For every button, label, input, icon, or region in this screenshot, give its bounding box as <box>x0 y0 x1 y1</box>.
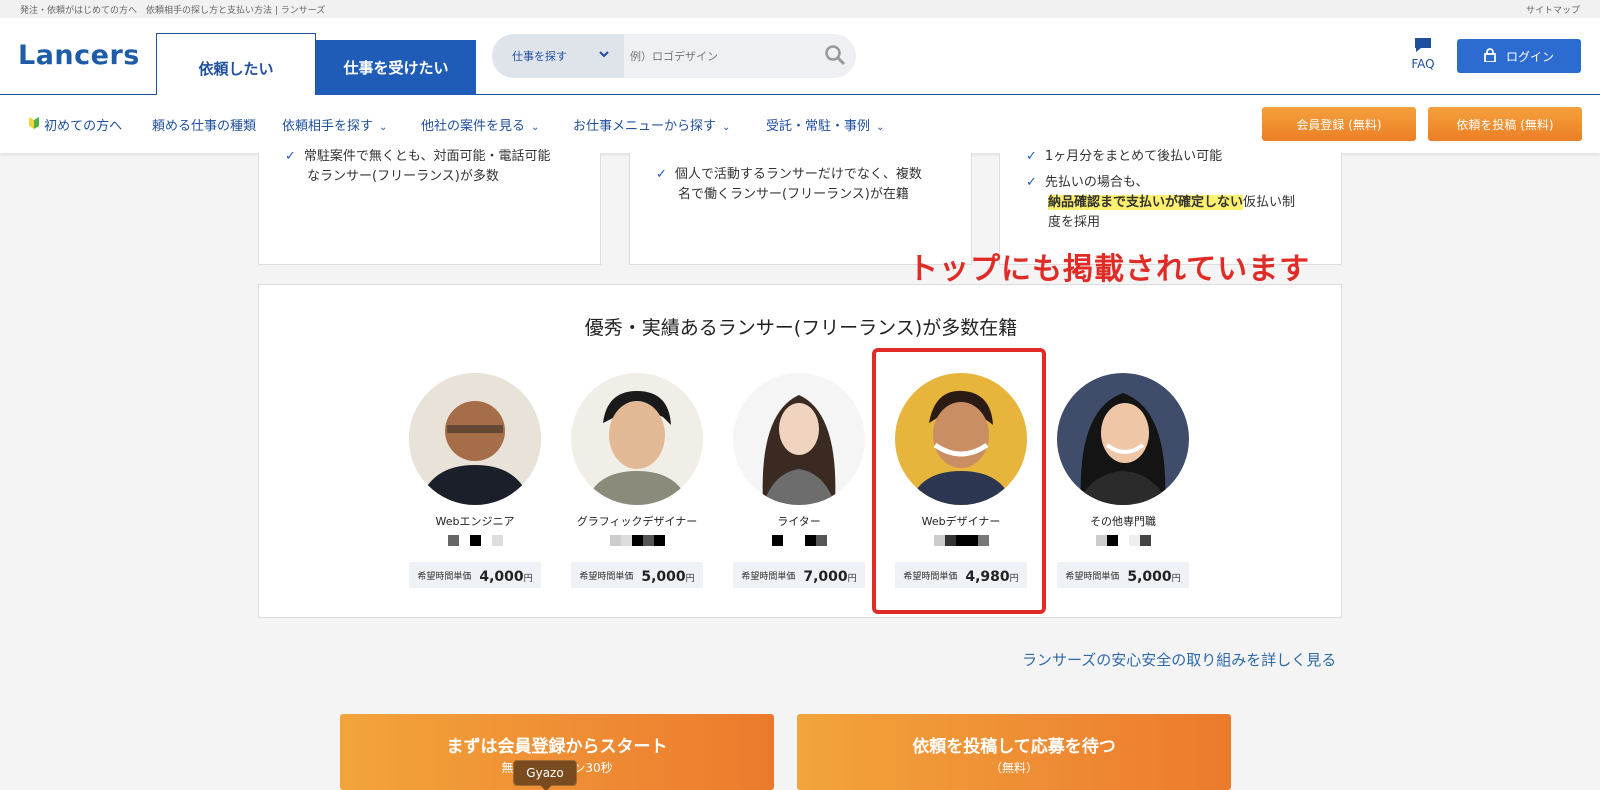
annotation-text: トップにも掲載されています <box>908 252 1311 287</box>
nav-item-label: 受託・常駐・事例 <box>766 119 871 134</box>
lancers-logo[interactable]: Lancers <box>18 40 140 71</box>
rate-value: 5,000 <box>1127 568 1172 585</box>
search-bar: 仕事を探す <box>492 34 856 78</box>
nav-item-beginners[interactable]: 初めての方へ <box>28 115 122 134</box>
tab-worker[interactable]: 仕事を受けたい <box>316 40 476 95</box>
feature-text: ✓ 1ヶ月分をまとめて後払い可能 <box>1026 149 1223 164</box>
beginner-mark-icon <box>28 117 44 134</box>
avatar <box>1057 373 1189 505</box>
lancer-profile[interactable]: ライター 希望時間単価 7,000円 <box>733 373 865 588</box>
avatar <box>571 373 703 505</box>
rate-badge: 希望時間単価 5,000円 <box>571 562 703 588</box>
lancer-role: グラフィックデザイナー <box>576 515 698 528</box>
cta-title: まずは会員登録からスタート <box>446 737 668 757</box>
check-icon: ✓ <box>1026 175 1037 190</box>
masked-name <box>1057 535 1189 546</box>
nav-item-find-partner[interactable]: 依頼相手を探す ⌄ <box>282 115 387 134</box>
check-icon: ✓ <box>1026 149 1037 164</box>
nav-item-contract[interactable]: 受託・常駐・事例 ⌄ <box>766 115 884 134</box>
chevron-down-icon: ⌄ <box>379 122 388 133</box>
login-button[interactable]: ログイン <box>1457 39 1581 73</box>
nav-item-work-menu[interactable]: お仕事メニューから探す ⌄ <box>573 115 730 134</box>
chevron-down-icon: ⌄ <box>876 122 885 133</box>
feature-card: ✓ 常駐案件で無くとも、対面可能・電話可能 なランサー(フリーランス)が多数 <box>258 149 601 265</box>
lock-icon <box>1484 47 1496 65</box>
lancer-profile[interactable]: Webエンジニア 希望時間単価 4,000円 <box>409 373 541 588</box>
rate-label: 希望時間単価 <box>741 571 796 582</box>
nav-item-job-types[interactable]: 頼める仕事の種類 <box>152 115 256 134</box>
feature-text: ✓ 個人で活動するランサーだけでなく、複数 名で働くランサー(フリーランス)が在籍 <box>656 167 922 202</box>
search-category-label: 仕事を探す <box>512 50 567 63</box>
safety-link[interactable]: ランサーズの安心安全の取り組みを詳しく見る <box>1022 649 1336 670</box>
nav-item-label: 頼める仕事の種類 <box>152 119 257 134</box>
lancer-profile[interactable]: グラフィックデザイナー 希望時間単価 5,000円 <box>571 373 703 588</box>
chevron-down-icon <box>598 48 610 63</box>
tab-client[interactable]: 依頼したい <box>156 33 316 95</box>
masked-name <box>409 535 541 546</box>
check-icon: ✓ <box>285 149 296 164</box>
check-icon: ✓ <box>656 167 667 182</box>
nav-item-label: 依頼相手を探す <box>282 119 374 134</box>
chat-bubble-icon <box>1413 38 1433 57</box>
chevron-down-icon: ⌄ <box>722 122 731 133</box>
search-input[interactable] <box>630 46 810 66</box>
highlight-annotation-box <box>872 348 1046 614</box>
rate-label: 希望時間単価 <box>579 571 634 582</box>
nav-item-other-projects[interactable]: 他社の案件を見る ⌄ <box>421 115 539 134</box>
rate-value: 4,000 <box>479 568 524 585</box>
gyazo-tooltip: Gyazo <box>513 760 577 790</box>
sitemap-link[interactable]: サイトマップ <box>1526 3 1580 16</box>
rate-label: 希望時間単価 <box>1065 571 1120 582</box>
lancers-showcase-card: 優秀・実績あるランサー(フリーランス)が多数在籍 Webエンジニア 希望時間単価… <box>258 284 1342 618</box>
avatar <box>733 373 865 505</box>
search-icon[interactable] <box>824 44 846 70</box>
section-title: 優秀・実績あるランサー(フリーランス)が多数在籍 <box>584 317 1018 339</box>
lancer-role: Webエンジニア <box>435 515 515 528</box>
avatar <box>409 373 541 505</box>
cta-subtitle: （無料） <box>989 761 1038 775</box>
lancer-role: ライター <box>777 515 821 528</box>
rate-label: 希望時間単価 <box>417 571 472 582</box>
cta-title: 依頼を投稿して応募を待つ <box>912 737 1116 757</box>
main-nav: 初めての方へ 頼める仕事の種類 依頼相手を探す ⌄ 他社の案件を見る ⌄ お仕事メニ… <box>0 95 1600 153</box>
rate-badge: 希望時間単価 4,000円 <box>409 562 541 588</box>
masked-name <box>571 535 703 546</box>
top-strip: 発注・依頼がはじめての方へ 依頼相手の探し方と支払い方法 | ランサーズ サイト… <box>0 0 1600 18</box>
lancer-profile[interactable]: その他専門職 希望時間単価 5,000円 <box>1057 373 1189 588</box>
page-breadcrumb-title: 発注・依頼がはじめての方へ 依頼相手の探し方と支払い方法 | ランサーズ <box>20 6 326 16</box>
nav-item-label: お仕事メニューから探す <box>573 119 717 134</box>
rate-value: 5,000 <box>641 568 686 585</box>
faq-link[interactable]: FAQ <box>1406 36 1440 71</box>
register-button[interactable]: 会員登録 (無料) <box>1262 107 1416 141</box>
faq-label: FAQ <box>1411 57 1435 71</box>
chevron-down-icon: ⌄ <box>531 122 540 133</box>
lancer-role: その他専門職 <box>1090 515 1156 528</box>
post-job-button[interactable]: 依頼を投稿 (無料) <box>1428 107 1582 141</box>
masked-name <box>733 535 865 546</box>
feature-text: ✓ 常駐案件で無くとも、対面可能・電話可能 なランサー(フリーランス)が多数 <box>285 149 551 184</box>
post-job-cta-button[interactable]: 依頼を投稿して応募を待つ （無料） <box>797 714 1231 790</box>
nav-item-label: 初めての方へ <box>44 119 123 134</box>
rate-value: 7,000 <box>803 568 848 585</box>
search-category-select[interactable]: 仕事を探す <box>492 34 624 78</box>
feature-text: ✓ 先払いの場合も、 納品確認まで支払いが確定しない仮払い制 度を採用 <box>1026 175 1296 230</box>
site-header: Lancers 依頼したい 仕事を受けたい 仕事を探す FAQ ログイン <box>0 18 1600 95</box>
login-label: ログイン <box>1505 49 1554 64</box>
rate-badge: 希望時間単価 5,000円 <box>1057 562 1189 588</box>
rate-badge: 希望時間単価 7,000円 <box>733 562 865 588</box>
nav-item-label: 他社の案件を見る <box>421 119 526 134</box>
